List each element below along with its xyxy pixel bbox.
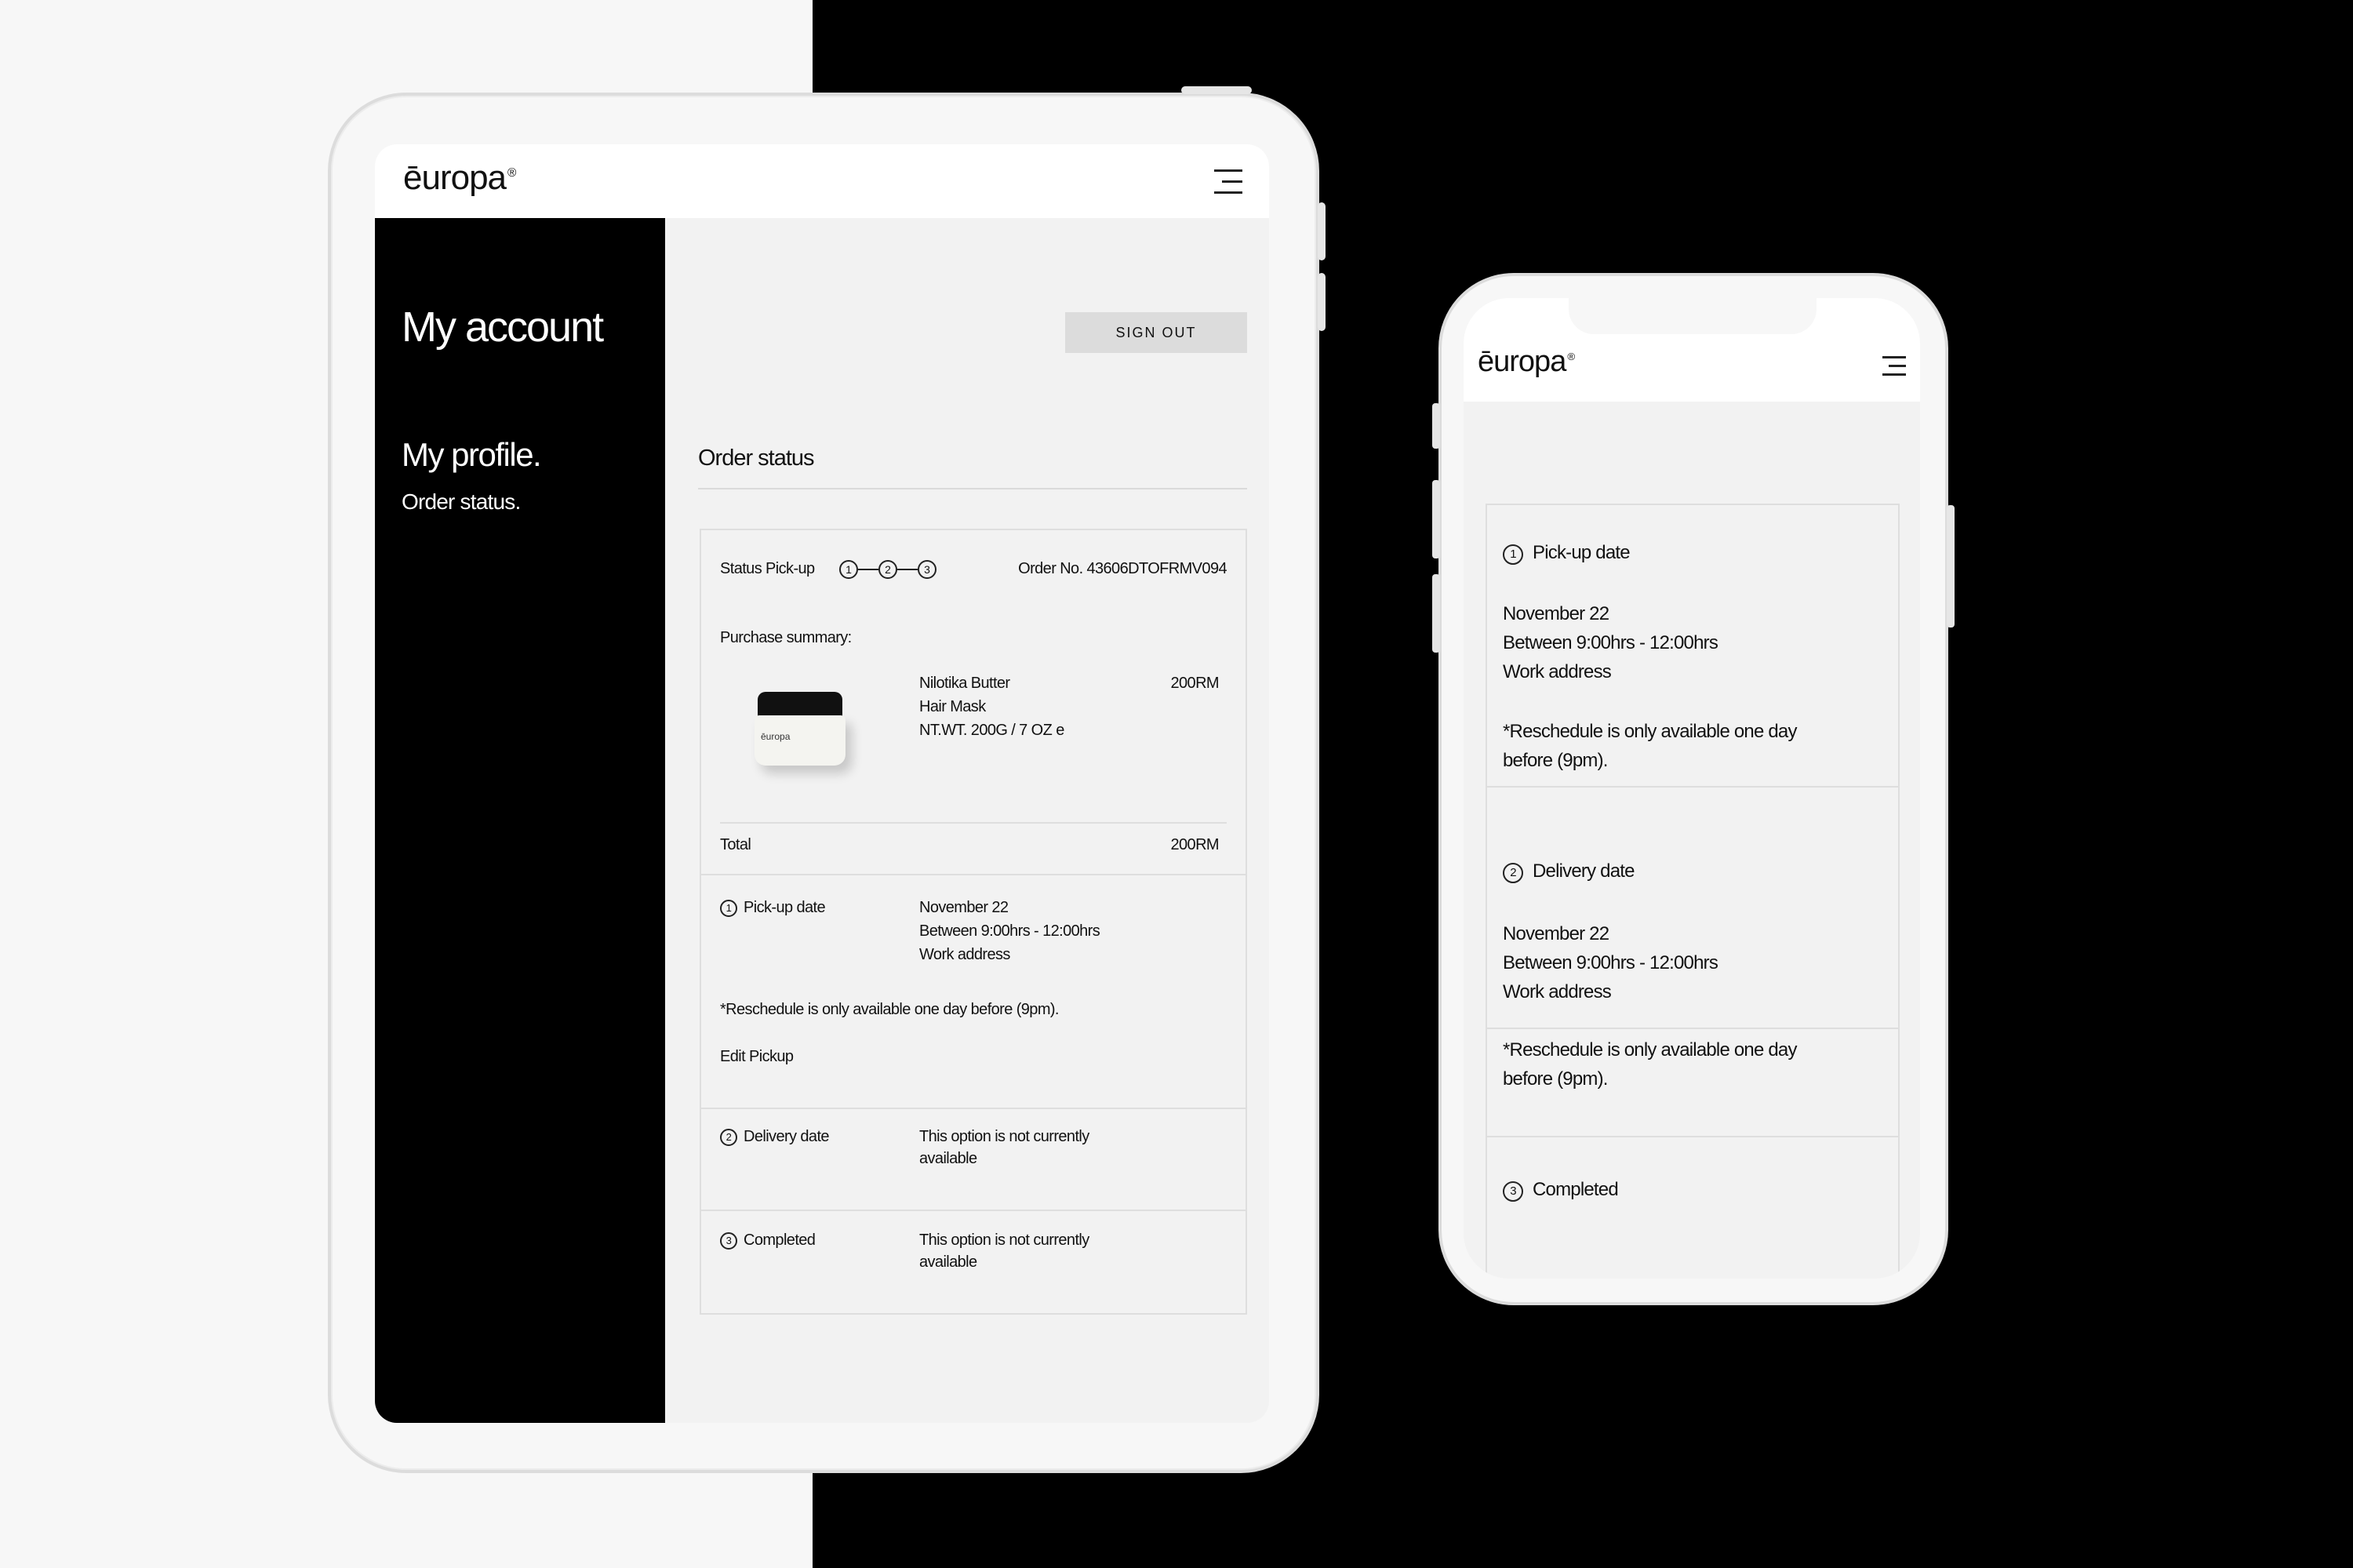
site-header: ēuropa ® <box>375 144 1269 218</box>
hamburger-menu-icon[interactable] <box>1882 356 1906 377</box>
order-card: Status Pick-up 1 2 3 Order No. 43606DTOF… <box>700 529 1247 1315</box>
delivery-note-line2: before (9pm). <box>1503 1068 1608 1090</box>
delivery-note-line1: *Reschedule is only available one day <box>1503 1039 1797 1060</box>
product-price: 200RM <box>1170 675 1220 692</box>
step-3-icon: 3 <box>1503 1181 1523 1202</box>
status-label: Status Pick-up <box>720 560 815 577</box>
total-label: Total <box>720 836 751 853</box>
pickup-time: Between 9:00hrs - 12:00hrs <box>1503 632 1718 653</box>
sidebar-item-my-profile[interactable]: My profile. <box>402 436 542 474</box>
divider <box>1487 1136 1898 1137</box>
completed-status-line1: This option is not currently <box>919 1231 1089 1249</box>
status-stepper: 1 2 3 <box>839 560 936 580</box>
phone-screen: ēuropa ® 1 Pick-up date November 22 Betwee… <box>1464 298 1920 1279</box>
hamburger-menu-icon[interactable] <box>1214 169 1242 195</box>
divider <box>701 1210 1246 1211</box>
sign-out-button[interactable]: SIGN OUT <box>1065 312 1247 353</box>
step-connector <box>897 569 918 570</box>
delivery-label-text: Delivery date <box>1533 860 1635 882</box>
brand-logo[interactable]: ēuropa ® <box>403 158 516 198</box>
step-1: 1 <box>839 560 858 579</box>
pickup-label-text: Pick-up date <box>1533 542 1631 563</box>
divider <box>1487 786 1898 788</box>
product-image: ēuropa <box>750 692 852 770</box>
phone-power-button <box>1947 505 1955 628</box>
product-weight: NT.WT. 200G / 7 OZ e <box>919 722 1064 739</box>
pickup-time: Between 9:00hrs - 12:00hrs <box>919 922 1100 940</box>
delivery-status-line1: This option is not currently <box>919 1128 1089 1145</box>
pickup-address: Work address <box>1503 661 1612 682</box>
registered-mark: ® <box>507 166 516 180</box>
step-2-icon: 2 <box>720 1129 737 1146</box>
delivery-label-text: Delivery date <box>744 1128 830 1145</box>
step-1-icon: 1 <box>1503 544 1523 565</box>
phone-side-button-2 <box>1432 480 1440 558</box>
tablet-screen: ēuropa ® My account My profile. Order sta… <box>375 144 1269 1423</box>
step-3-icon: 3 <box>720 1232 737 1250</box>
page-title: My account <box>402 304 604 351</box>
total-value: 200RM <box>1170 836 1220 853</box>
product-image-label: ēuropa <box>761 731 791 742</box>
delivery-address: Work address <box>1503 981 1612 1002</box>
delivery-label: 2 Delivery date <box>1503 857 1635 886</box>
pickup-date: November 22 <box>1503 603 1609 624</box>
edit-pickup-link[interactable]: Edit Pickup <box>720 1045 794 1068</box>
step-3: 3 <box>918 560 936 579</box>
delivery-label: 2 Delivery date <box>720 1125 830 1148</box>
completed-label: 3 Completed <box>1503 1175 1619 1204</box>
section-title: Order status <box>698 446 815 471</box>
brand-logo-text: ēuropa <box>1478 345 1566 378</box>
completed-status-line2: available <box>919 1253 977 1271</box>
registered-mark: ® <box>1567 351 1575 363</box>
product-name-line2: Hair Mask <box>919 698 986 715</box>
product-name-line1: Nilotika Butter <box>919 675 1010 692</box>
pickup-date: November 22 <box>919 899 1009 916</box>
pickup-label: 1 Pick-up date <box>720 896 826 919</box>
step-2: 2 <box>878 560 897 579</box>
completed-label-text: Completed <box>744 1231 816 1249</box>
brand-logo[interactable]: ēuropa ® <box>1478 345 1575 379</box>
step-connector <box>858 569 878 570</box>
completed-label-text: Completed <box>1533 1179 1619 1200</box>
phone-notch <box>1569 298 1817 334</box>
delivery-status-line2: available <box>919 1150 977 1167</box>
divider <box>701 874 1246 875</box>
pickup-label: 1 Pick-up date <box>1503 538 1631 567</box>
tablet-top-button <box>1181 86 1252 94</box>
account-sidebar: My account My profile. Order status. <box>375 218 665 1423</box>
pickup-note-line2: before (9pm). <box>1503 750 1608 771</box>
order-number: Order No. 43606DTOFRMV094 <box>1018 560 1227 577</box>
divider <box>720 822 1227 824</box>
tablet-side-button-2 <box>1318 273 1326 331</box>
divider <box>698 488 1247 489</box>
step-2-icon: 2 <box>1503 863 1523 883</box>
divider <box>701 1108 1246 1109</box>
phone-side-button-3 <box>1432 574 1440 653</box>
phone-side-button <box>1432 403 1440 449</box>
divider <box>1487 1028 1898 1029</box>
reschedule-note: *Reschedule is only available one day be… <box>720 1001 1060 1018</box>
brand-logo-text: ēuropa <box>403 158 507 197</box>
pickup-note-line1: *Reschedule is only available one day <box>1503 721 1797 742</box>
pickup-address: Work address <box>919 946 1010 963</box>
purchase-summary-label: Purchase summary: <box>720 629 852 646</box>
sidebar-item-order-status[interactable]: Order status. <box>402 489 521 515</box>
step-1-icon: 1 <box>720 900 737 917</box>
completed-label: 3 Completed <box>720 1228 816 1252</box>
delivery-date: November 22 <box>1503 923 1609 944</box>
pickup-label-text: Pick-up date <box>744 899 826 916</box>
tablet-side-button <box>1318 202 1326 260</box>
mobile-order-card: 1 Pick-up date November 22 Between 9:00hr… <box>1486 504 1900 1279</box>
delivery-time: Between 9:00hrs - 12:00hrs <box>1503 952 1718 973</box>
